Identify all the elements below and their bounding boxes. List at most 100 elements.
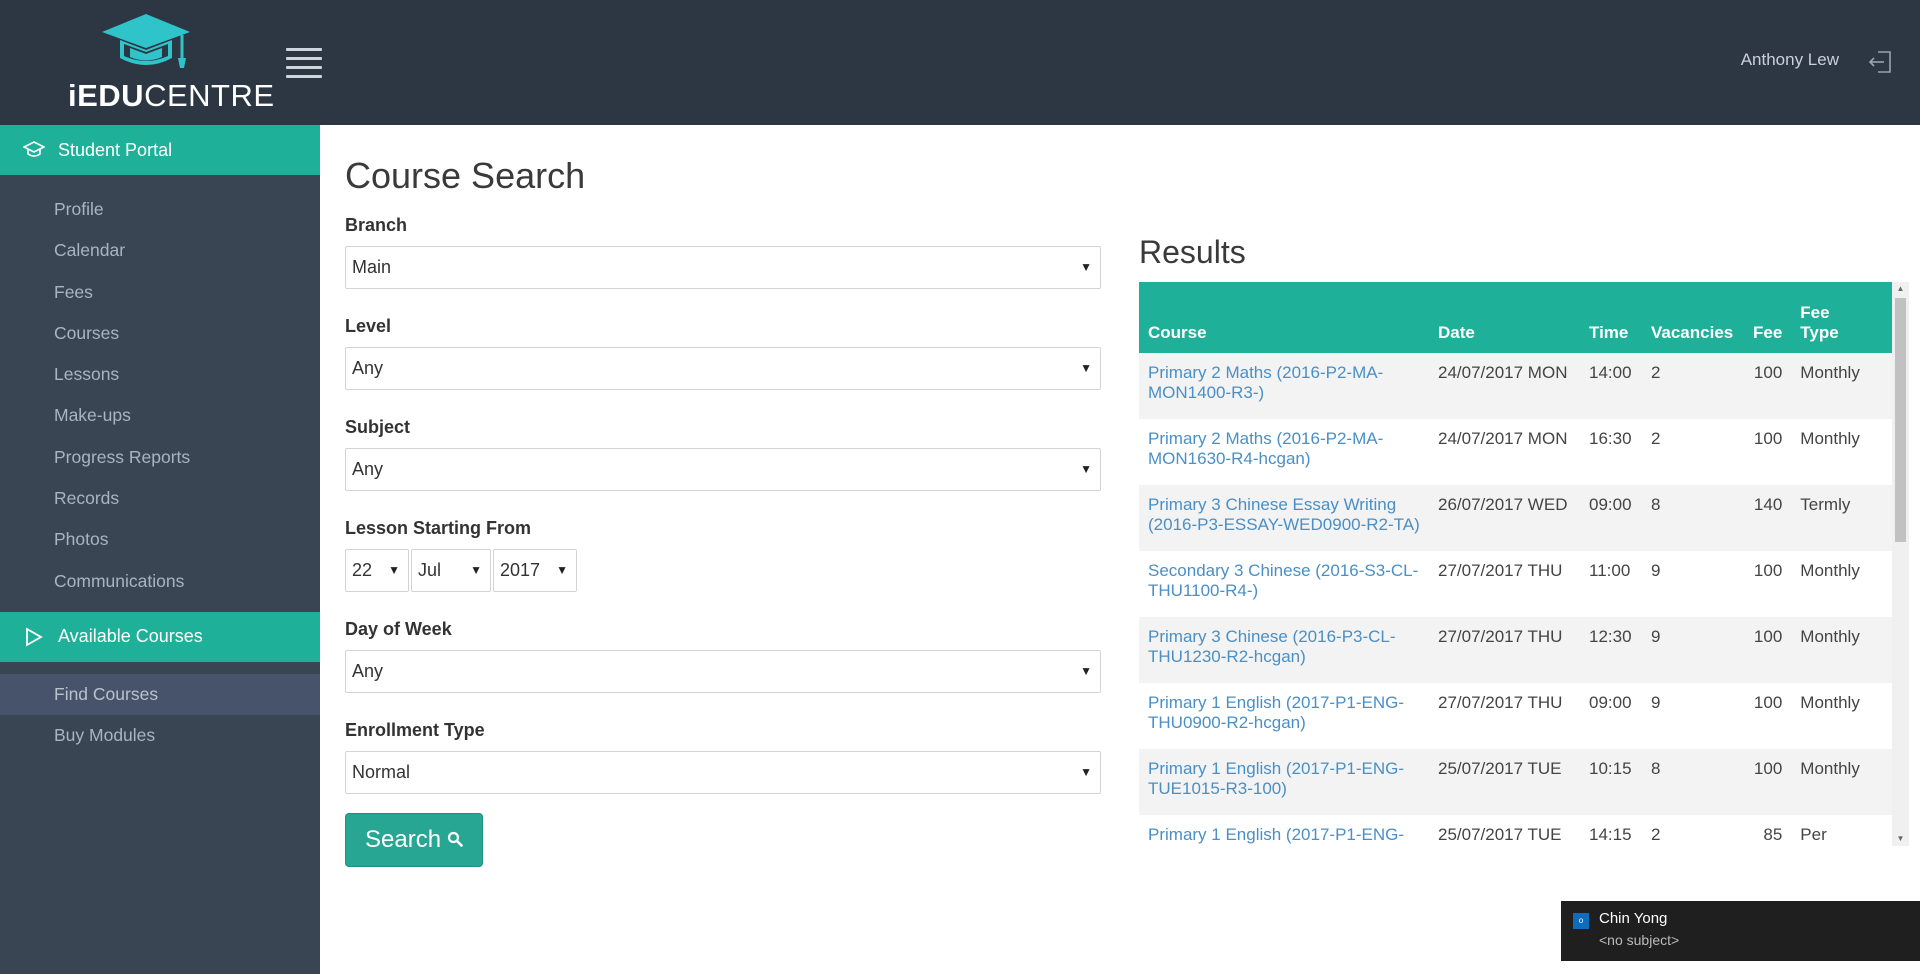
course-cell: Primary 2 Maths (2016-P2-MA-MON1630-R4-h… [1139, 419, 1429, 485]
year-select[interactable]: 2017 ▼ [493, 549, 577, 592]
sidebar-item-find-courses[interactable]: Find Courses [0, 673, 320, 716]
vacancies-cell: 2 [1651, 429, 1661, 448]
vacancies-cell: 8 [1642, 485, 1744, 551]
sidebar: Student Portal Profile Calendar Fees Cou… [0, 125, 320, 974]
fee-cell: 140 [1744, 485, 1792, 551]
date-cell: 25/07/2017 TUE [1429, 749, 1580, 815]
sidebar-item-progress-reports[interactable]: Progress Reports [0, 437, 320, 478]
student-portal-nav: Profile Calendar Fees Courses Lessons Ma… [0, 175, 320, 612]
results-table-container[interactable]: Course Date Time Vacancies Fee Fee Type P… [1139, 282, 1909, 846]
fee-cell: 85 [1763, 825, 1783, 844]
play-triangle-icon [22, 625, 46, 649]
day-select[interactable]: 22 ▼ [345, 549, 409, 592]
search-button-label: Search [365, 826, 442, 853]
top-header: iEDUCENTRE Anthony Lew [0, 0, 1920, 125]
date-cell: 27/07/2017 THU [1429, 617, 1580, 683]
chevron-down-icon: ▼ [388, 563, 400, 577]
chevron-down-icon: ▼ [1080, 664, 1092, 678]
chevron-down-icon: ▼ [470, 563, 482, 577]
sidebar-item-records[interactable]: Records [0, 478, 320, 519]
date-cell: 25/07/2017 TUE [1438, 825, 1562, 844]
magnifier-icon [447, 826, 463, 854]
chevron-down-icon: ▼ [1080, 361, 1092, 375]
graduation-cap-icon [22, 138, 46, 162]
time-cell: 11:00 [1589, 561, 1631, 580]
enrollment-type-select[interactable]: Normal ▼ [345, 751, 1101, 794]
level-select[interactable]: Any ▼ [345, 347, 1101, 390]
logout-icon[interactable] [1868, 49, 1894, 75]
course-link[interactable]: Secondary 3 Chinese (2016-S3-CL-THU1100-… [1148, 561, 1418, 600]
branch-label: Branch [345, 215, 408, 235]
table-row: Primary 3 Chinese Essay Writing (2016-P3… [1139, 485, 1892, 551]
vacancies-cell: 2 [1642, 353, 1744, 419]
table-row: Primary 1 English (2017-P1-ENG-THU0900-R… [1139, 683, 1892, 749]
vacancies-cell: 2 [1651, 825, 1661, 844]
vacancies-cell: 8 [1642, 749, 1744, 815]
hamburger-menu-icon[interactable] [286, 48, 322, 78]
sidebar-item-buy-modules[interactable]: Buy Modules [0, 715, 320, 756]
level-label: Level [345, 316, 392, 336]
course-link[interactable]: Primary 2 Maths (2016-P2-MA-MON1630-R4-h… [1148, 429, 1383, 468]
sidebar-item-makeups[interactable]: Make-ups [0, 395, 320, 436]
month-select[interactable]: Jul ▼ [411, 549, 491, 592]
branch-select[interactable]: Main ▼ [345, 246, 1101, 289]
fee-type-cell: Termly [1791, 485, 1892, 551]
lesson-start-date: 22 ▼ Jul ▼ 2017 ▼ [345, 549, 1101, 592]
chevron-down-icon: ▼ [1080, 260, 1092, 274]
vacancies-cell: 9 [1642, 617, 1744, 683]
course-cell: Primary 1 English (2017-P1-ENG-THU0900-R… [1139, 683, 1429, 749]
course-cell: Primary 1 English (2017-P1-ENG-TUE1015-R… [1139, 749, 1429, 815]
sidebar-section-available-courses[interactable]: Available Courses [0, 611, 320, 662]
sidebar-item-communications[interactable]: Communications [0, 561, 320, 602]
time-cell: 16:30 [1589, 429, 1632, 448]
page-title: Course Search [345, 155, 586, 196]
fee-type-cell: Monthly [1791, 353, 1892, 419]
course-link[interactable]: Primary 3 Chinese Essay Writing (2016-P3… [1148, 495, 1420, 534]
month-value: Jul [418, 560, 442, 580]
scroll-down-icon[interactable]: ▼ [1892, 832, 1909, 846]
notification-subject: <no subject> [1599, 932, 1680, 948]
subject-value: Any [352, 459, 384, 479]
day-of-week-select[interactable]: Any ▼ [345, 650, 1101, 693]
day-of-week-value: Any [352, 661, 384, 681]
logo-text: iEDUCENTRE [68, 78, 275, 113]
scrollbar-thumb[interactable] [1895, 298, 1906, 542]
course-link[interactable]: Primary 1 English (2017-P1-ENG- [1148, 825, 1404, 844]
course-cell: Secondary 3 Chinese (2016-S3-CL-THU1100-… [1139, 551, 1429, 617]
user-name[interactable]: Anthony Lew [1741, 50, 1839, 70]
course-link[interactable]: Primary 1 English (2017-P1-ENG-THU0900-R… [1148, 693, 1404, 732]
date-cell: 26/07/2017 WED [1429, 485, 1580, 551]
email-notification-toast[interactable]: o Chin Yong <no subject> [1561, 901, 1920, 961]
time-cell: 14:15 [1589, 825, 1632, 844]
enrollment-type-label: Enrollment Type [345, 720, 485, 740]
course-cell: Primary 1 English (2017-P1-ENG- [1139, 815, 1429, 846]
course-cell: Primary 2 Maths (2016-P2-MA-MON1400-R3-) [1139, 353, 1429, 419]
column-header-course: Course [1139, 282, 1429, 353]
subject-select[interactable]: Any ▼ [345, 448, 1101, 491]
sidebar-item-photos[interactable]: Photos [0, 519, 320, 560]
chevron-down-icon: ▼ [556, 563, 568, 577]
fee-cell: 100 [1744, 749, 1792, 815]
sidebar-item-calendar[interactable]: Calendar [0, 230, 320, 271]
sidebar-item-courses[interactable]: Courses [0, 313, 320, 354]
sidebar-section-student-portal[interactable]: Student Portal [0, 125, 320, 175]
sidebar-item-fees[interactable]: Fees [0, 272, 320, 313]
sidebar-item-lessons[interactable]: Lessons [0, 354, 320, 395]
course-link[interactable]: Primary 1 English (2017-P1-ENG-TUE1015-R… [1148, 759, 1404, 798]
column-header-time: Time [1580, 282, 1642, 353]
date-cell: 27/07/2017 THU [1438, 561, 1563, 580]
table-header-row: Course Date Time Vacancies Fee Fee Type [1139, 282, 1892, 353]
app-logo[interactable]: iEDUCENTRE [62, 12, 274, 113]
course-link[interactable]: Primary 3 Chinese (2016-P3-CL-THU1230-R2… [1148, 627, 1396, 666]
search-button[interactable]: Search [345, 813, 484, 867]
course-link[interactable]: Primary 2 Maths (2016-P2-MA-MON1400-R3-) [1148, 363, 1383, 402]
enrollment-type-value: Normal [352, 762, 411, 782]
date-cell: 24/07/2017 MON [1438, 429, 1568, 448]
sidebar-item-profile[interactable]: Profile [0, 189, 320, 230]
scroll-up-icon[interactable]: ▲ [1892, 282, 1909, 296]
results-scrollbar[interactable]: ▲ ▼ [1892, 282, 1909, 846]
branch-value: Main [352, 257, 392, 277]
table-row: Secondary 3 Chinese (2016-S3-CL-THU1100-… [1139, 551, 1892, 617]
time-cell: 14:00 [1580, 353, 1642, 419]
table-row: Primary 2 Maths (2016-P2-MA-MON1400-R3-)… [1139, 353, 1892, 419]
